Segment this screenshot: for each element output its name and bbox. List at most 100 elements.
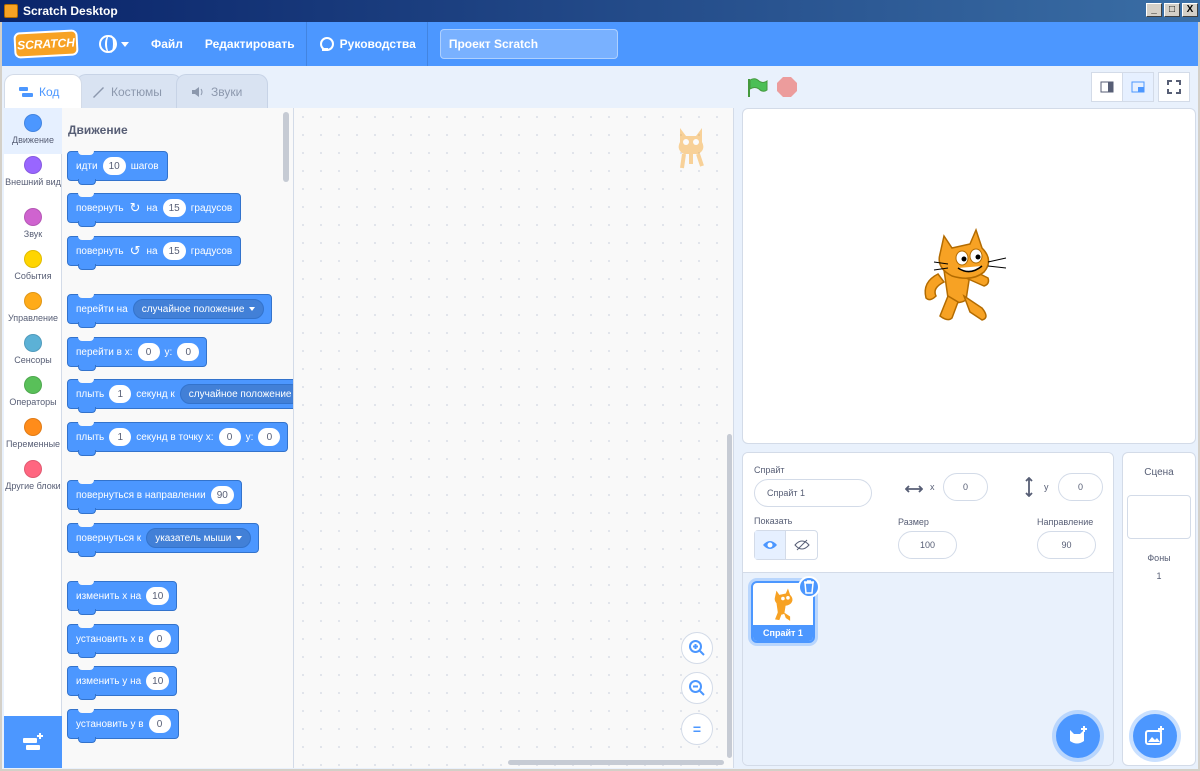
block-dropdown[interactable]: указатель мыши <box>146 528 252 548</box>
category-looks[interactable]: Внешний вид <box>4 156 62 187</box>
block-text: перейти на <box>76 303 128 315</box>
block-text: повернуться к <box>76 532 142 544</box>
block-glide-xy[interactable]: плыть 1 секунд в точку x: 0 y: 0 <box>67 422 289 456</box>
block-glide[interactable]: плыть 1 секунд к случайное положение <box>67 379 293 413</box>
zoom-reset-button[interactable]: = <box>681 713 713 745</box>
sprite-name-input[interactable]: Спрайт 1 <box>754 479 872 507</box>
block-input[interactable]: 0 <box>218 428 241 446</box>
direction-input[interactable]: 90 <box>1037 531 1096 559</box>
hide-button[interactable] <box>786 531 817 559</box>
block-point-direction[interactable]: повернуться в направлении 90 <box>67 480 242 514</box>
zoom-out-button[interactable] <box>681 672 713 704</box>
add-extension-button[interactable] <box>4 716 62 768</box>
tab-sounds[interactable]: Звуки <box>176 74 268 108</box>
dropdown-value: случайное положение <box>188 388 292 400</box>
block-text: секунд к <box>136 388 175 400</box>
x-input[interactable]: 0 <box>943 473 988 501</box>
block-input[interactable]: 90 <box>210 486 234 504</box>
project-title-input[interactable]: Проект Scratch <box>439 29 618 59</box>
block-point-towards[interactable]: повернуться к указатель мыши <box>67 523 260 557</box>
show-label: Показать <box>754 516 793 526</box>
small-stage-button[interactable] <box>1091 72 1123 102</box>
category-dot <box>24 250 42 268</box>
block-dropdown[interactable]: случайное положение <box>132 299 265 319</box>
eye-slash-icon <box>793 539 810 551</box>
block-input[interactable]: 15 <box>162 242 186 260</box>
workspace-vertical-scrollbar[interactable] <box>727 434 732 758</box>
category-dot <box>24 376 42 394</box>
block-input[interactable]: 0 <box>177 343 200 361</box>
block-change-x[interactable]: изменить x на 10 <box>67 581 178 615</box>
block-input[interactable]: 1 <box>109 385 132 403</box>
editor-tabs: Код Костюмы Звуки <box>4 74 268 108</box>
category-variables[interactable]: Переменные <box>4 418 62 449</box>
block-input[interactable]: 10 <box>146 672 170 690</box>
fullscreen-icon <box>1167 80 1181 94</box>
choose-backdrop-button[interactable] <box>1133 714 1177 758</box>
category-label: Звук <box>23 229 43 239</box>
block-set-y[interactable]: установить y в 0 <box>67 709 179 743</box>
sprite-info: Спрайт Спрайт 1 x 0 y 0 Показать Размер … <box>743 453 1113 573</box>
block-input[interactable]: 0 <box>137 343 160 361</box>
category-operators[interactable]: Операторы <box>4 376 62 407</box>
palette-scrollbar[interactable] <box>283 112 289 182</box>
category-sound[interactable]: Звук <box>4 208 62 239</box>
tab-code[interactable]: Код <box>4 74 82 108</box>
language-menu[interactable] <box>88 22 140 66</box>
normal-stage-button[interactable] <box>1122 72 1154 102</box>
minimize-button[interactable]: _ <box>1146 3 1162 17</box>
block-turn-right[interactable]: повернуть ↻ на 15 градусов <box>67 193 242 227</box>
category-menu: Движение Внешний вид Звук События Управл… <box>4 108 62 768</box>
block-input[interactable]: 15 <box>162 199 186 217</box>
x-label: x <box>930 482 935 492</box>
maximize-button[interactable]: □ <box>1164 3 1180 17</box>
block-input[interactable]: 0 <box>258 428 281 446</box>
edit-menu[interactable]: Редактировать <box>194 22 306 66</box>
y-input[interactable]: 0 <box>1058 473 1103 501</box>
fullscreen-button[interactable] <box>1158 72 1190 102</box>
choose-sprite-button[interactable] <box>1056 714 1100 758</box>
block-input[interactable]: 1 <box>109 428 132 446</box>
delete-sprite-button[interactable] <box>798 576 820 598</box>
category-motion[interactable]: Движение <box>4 108 62 154</box>
close-button[interactable]: X <box>1182 3 1198 17</box>
block-dropdown[interactable]: случайное положение <box>179 384 293 404</box>
block-text: установить y в <box>76 718 144 730</box>
block-goto-xy[interactable]: перейти в x: 0 y: 0 <box>67 337 208 371</box>
stop-button[interactable] <box>777 77 797 97</box>
category-my-blocks[interactable]: Другие блоки <box>4 460 62 491</box>
green-flag-icon[interactable] <box>746 78 768 98</box>
show-button[interactable] <box>755 531 787 559</box>
tutorials-menu[interactable]: Руководства <box>307 22 427 66</box>
cat-sprite[interactable] <box>918 226 1012 326</box>
block-change-y[interactable]: изменить y на 10 <box>67 666 178 700</box>
sprite-name-label: Спрайт <box>754 465 785 475</box>
size-input[interactable]: 100 <box>898 531 957 559</box>
workspace-horizontal-scrollbar[interactable] <box>508 760 724 765</box>
category-control[interactable]: Управление <box>4 292 62 323</box>
block-input[interactable]: 10 <box>102 157 126 175</box>
block-move-steps[interactable]: идти 10 шагов <box>67 151 168 185</box>
script-workspace[interactable] <box>294 108 734 768</box>
block-text: на <box>146 202 158 214</box>
file-menu[interactable]: Файл <box>140 22 194 66</box>
block-input[interactable]: 0 <box>148 630 171 648</box>
category-dot <box>24 418 42 436</box>
stage-title: Сцена <box>1144 467 1174 478</box>
category-sensing[interactable]: Сенсоры <box>4 334 62 365</box>
block-input[interactable]: 10 <box>146 587 170 605</box>
block-text: градусов <box>190 202 233 214</box>
scratch-logo[interactable]: SCRATCH <box>13 29 79 59</box>
category-events[interactable]: События <box>4 250 62 281</box>
sprite-indicator-icon <box>678 128 704 169</box>
chevron-down-icon <box>121 41 129 47</box>
block-input[interactable]: 0 <box>148 715 171 733</box>
stage-thumbnail[interactable] <box>1127 495 1191 539</box>
block-goto[interactable]: перейти на случайное положение <box>67 294 273 328</box>
eye-icon <box>763 541 777 549</box>
block-turn-left[interactable]: повернуть ↺ на 15 градусов <box>67 236 242 270</box>
block-set-x[interactable]: установить x в 0 <box>67 624 179 658</box>
tab-costumes[interactable]: Костюмы <box>76 74 182 108</box>
zoom-in-button[interactable] <box>681 632 713 664</box>
block-text: y: <box>164 346 173 358</box>
